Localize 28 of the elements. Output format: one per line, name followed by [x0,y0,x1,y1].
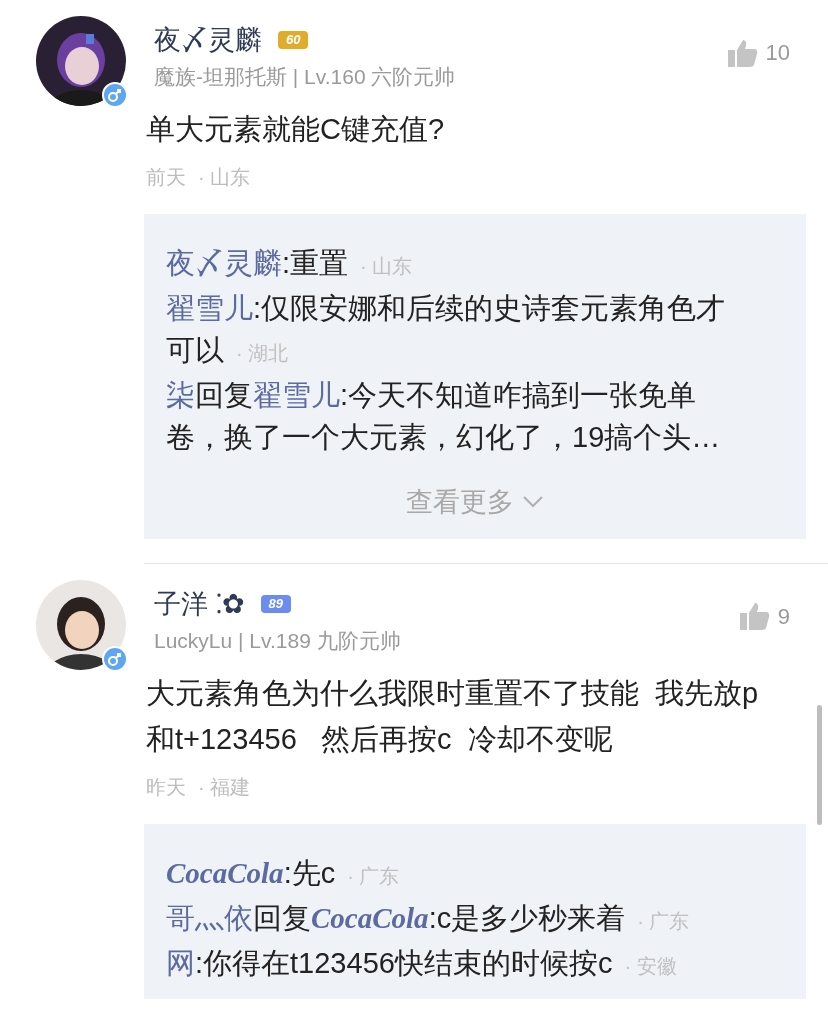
username[interactable]: 夜〆灵麟 [154,20,262,60]
location: · 山东 [198,165,251,190]
user-link[interactable]: 柒 [166,379,195,411]
user-info: 魔族-坦那托斯 | Lv.160 六阶元帅 [153,64,457,90]
user-link[interactable]: 哥灬依 [166,901,253,934]
chevron-down-icon [522,495,544,510]
male-icon [102,645,128,672]
like-count: 9 [777,602,790,631]
like-count: 10 [765,39,790,67]
thumbs-up-icon[interactable] [739,602,770,630]
male-icon [102,82,128,108]
post-time: 昨天 [146,774,186,800]
user-link[interactable]: CocaCola [166,856,284,889]
user-link[interactable]: 翟雪儿 [166,292,253,324]
level-badge: 89 [260,594,291,613]
location: · 福建 [198,774,251,800]
user-link[interactable]: 夜〆灵麟 [166,247,282,279]
reply-text[interactable]: 柒回复翟雪儿:今天不知道咋搞到一张免单卷，换了一个大元素，幻化了，19搞个头… [166,374,746,458]
user-info: LuckyLu | Lv.189 九阶元帅 [153,627,402,654]
user-link[interactable]: CocaCola [311,901,429,934]
user-link[interactable]: 网 [166,946,195,979]
comment-text: 大元素角色为什么我限时重置不了技能 我先放p和t+123456 然后再按c 冷却不变呢 [146,675,760,757]
post-time: 前天 [146,165,186,190]
comment-text: 单大元素就能C键充值? [146,112,446,147]
user-link[interactable]: 翟雪儿 [253,379,340,411]
username[interactable]: 子洋 ⁚✿ [154,583,245,624]
level-badge: 60 [278,31,309,49]
thumbs-up-icon[interactable] [727,38,758,67]
